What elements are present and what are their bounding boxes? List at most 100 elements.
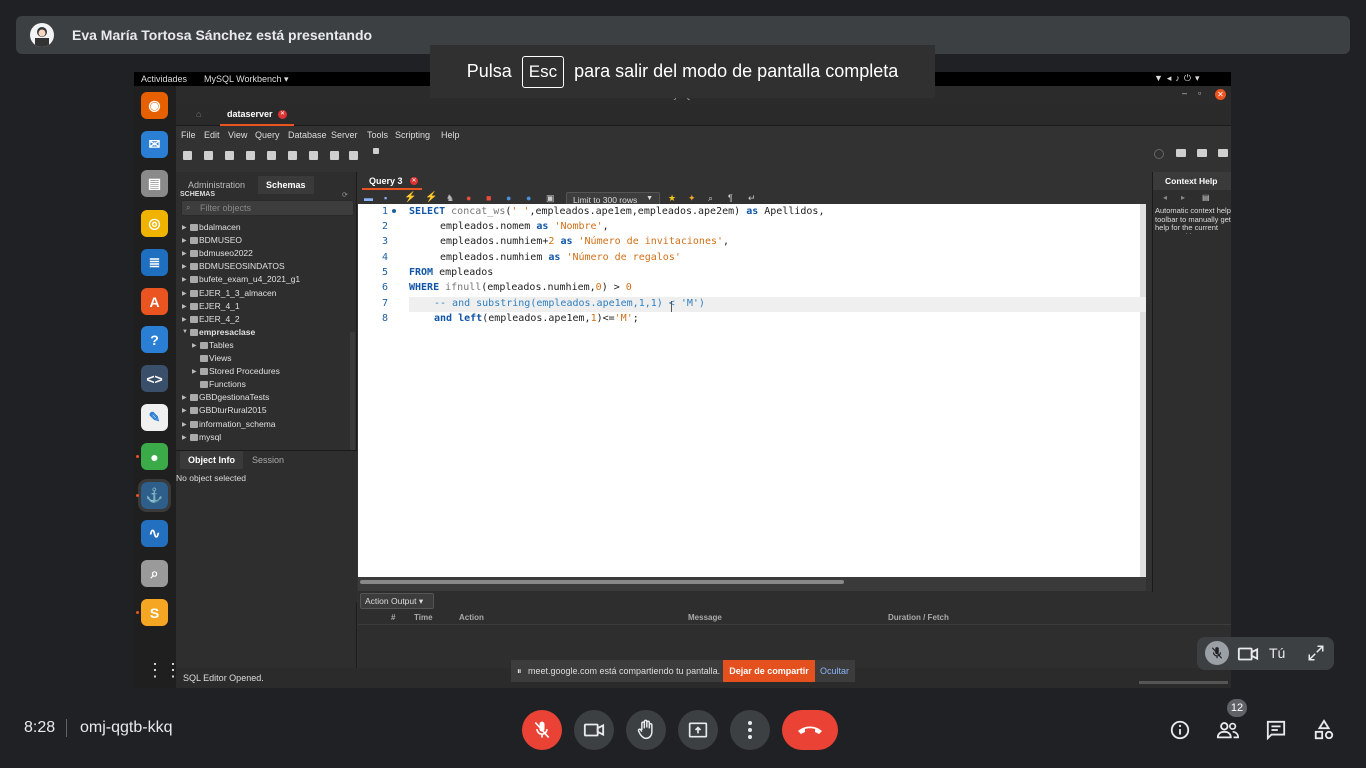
schema-tree-item[interactable]: ▶ EJER_1_3_almacen: [176, 287, 356, 300]
manual-help-icon[interactable]: ▤: [1202, 193, 1210, 202]
create-view-icon[interactable]: [288, 151, 297, 160]
expand-arrow-icon[interactable]: ▶: [182, 303, 187, 310]
files-icon[interactable]: ▤: [141, 170, 168, 197]
expand-arrow-icon[interactable]: ▶: [182, 290, 187, 297]
chat-button[interactable]: [1260, 714, 1292, 746]
menu-database[interactable]: Database: [288, 130, 327, 140]
more-options-button[interactable]: [730, 710, 770, 750]
schema-tree-item[interactable]: ▶ BDMUSEO: [176, 234, 356, 247]
expand-arrow-icon[interactable]: ▶: [182, 224, 187, 231]
query-tab[interactable]: Query 3 ✕: [362, 172, 422, 190]
search-icon[interactable]: ⌕: [708, 193, 713, 204]
schema-tree-item[interactable]: Views: [176, 352, 356, 365]
expand-arrow-icon[interactable]: ▶: [182, 316, 187, 323]
commit-icon[interactable]: ●: [506, 193, 511, 203]
activities-button[interactable]: Actividades: [141, 74, 187, 84]
mic-toggle-button[interactable]: [522, 710, 562, 750]
software-icon[interactable]: A: [141, 288, 168, 315]
find-replace-icon[interactable]: ✦: [688, 193, 696, 204]
wrap-lines-icon[interactable]: ↵: [748, 193, 756, 204]
expand-arrow-icon[interactable]: ▶: [192, 342, 197, 349]
text-editor-icon[interactable]: ✎: [141, 404, 168, 431]
open-sql-script-icon[interactable]: [204, 151, 213, 160]
thunderbird-icon[interactable]: ✉: [141, 131, 168, 158]
expand-arrow-icon[interactable]: ▶: [182, 434, 187, 441]
schema-tree-item[interactable]: ▶ EJER_4_2: [176, 313, 356, 326]
execute-icon[interactable]: ⚡: [404, 192, 416, 203]
expand-arrow-icon[interactable]: ▶: [192, 368, 197, 375]
system-monitor-icon[interactable]: ∿: [141, 520, 168, 547]
self-camera-icon[interactable]: [1237, 645, 1259, 668]
toggle-secondary-sidebar-icon[interactable]: [1218, 149, 1228, 157]
expand-icon[interactable]: [1307, 644, 1325, 667]
editor-horizontal-scrollbar[interactable]: [358, 577, 1146, 591]
participants-button[interactable]: 12: [1212, 699, 1247, 746]
schema-tree-item[interactable]: ▶ bdalmacen: [176, 221, 356, 234]
create-table-icon[interactable]: [267, 151, 276, 160]
tab-object-info[interactable]: Object Info: [180, 451, 243, 469]
inspect-icon[interactable]: [225, 151, 234, 160]
firefox-icon[interactable]: ◉: [141, 92, 168, 119]
back-icon[interactable]: ◂: [1163, 193, 1167, 202]
scrollbar-thumb[interactable]: [360, 580, 844, 584]
camera-toggle-button[interactable]: [574, 710, 614, 750]
menu-server[interactable]: Server: [331, 130, 358, 140]
rollback-icon[interactable]: ●: [526, 193, 531, 203]
autocommit-icon[interactable]: ▣: [546, 193, 555, 204]
sql-editor[interactable]: 1 2 3 4 5 6 7 8 SELECT concat_ws(' ',empleados.…: [358, 204, 1146, 577]
minimize-button[interactable]: –: [1182, 88, 1187, 98]
open-file-icon[interactable]: ▬: [364, 193, 373, 203]
toggle-error-icon[interactable]: ■: [486, 193, 491, 203]
schema-filter-input[interactable]: Filter objects: [181, 200, 354, 216]
expand-arrow-icon[interactable]: ▶: [182, 421, 187, 428]
menu-view[interactable]: View: [228, 130, 247, 140]
sublime-icon[interactable]: S: [141, 599, 168, 626]
menu-query[interactable]: Query: [255, 130, 280, 140]
expand-arrow-icon[interactable]: ▶: [182, 407, 187, 414]
stop-sharing-button[interactable]: Dejar de compartir: [723, 660, 815, 682]
invisible-chars-icon[interactable]: ¶: [728, 193, 733, 203]
schema-tree-item[interactable]: ▶ Stored Procedures: [176, 365, 356, 378]
explain-icon[interactable]: ♞: [446, 193, 454, 204]
home-icon[interactable]: ⌂: [196, 109, 201, 119]
create-schema-icon[interactable]: [246, 151, 255, 160]
maximize-button[interactable]: ▫: [1198, 88, 1201, 98]
magnifier-icon[interactable]: ⌕: [141, 560, 168, 587]
menu-edit[interactable]: Edit: [204, 130, 220, 140]
close-query-tab-icon[interactable]: ✕: [410, 177, 418, 185]
stop-icon[interactable]: ●: [466, 193, 471, 203]
new-sql-tab-icon[interactable]: [183, 151, 192, 160]
schema-tree-item[interactable]: ▶ BDMUSEOSINDATOS: [176, 260, 356, 273]
close-tab-icon[interactable]: ✕: [278, 110, 287, 119]
present-button[interactable]: [678, 710, 718, 750]
expand-arrow-icon[interactable]: ▼: [182, 329, 188, 335]
schema-tree-item[interactable]: ▶ bufete_exam_u4_2021_g1: [176, 273, 356, 286]
expand-arrow-icon[interactable]: ▶: [182, 237, 187, 244]
toggle-sidebar-icon[interactable]: [1176, 149, 1186, 157]
save-file-icon[interactable]: ▪: [384, 193, 387, 203]
create-function-icon[interactable]: [330, 151, 339, 160]
raise-hand-button[interactable]: [626, 710, 666, 750]
search-table-data-icon[interactable]: [349, 151, 358, 160]
schema-tree-item[interactable]: ▼ empresaclase: [176, 326, 356, 339]
tab-schemas[interactable]: Schemas: [258, 176, 314, 194]
drag-handle-icon[interactable]: ⏸: [517, 666, 522, 677]
close-window-button[interactable]: ✕: [1215, 89, 1226, 100]
forward-icon[interactable]: ▸: [1181, 193, 1185, 202]
schema-tree-item[interactable]: ▶ EJER_4_1: [176, 300, 356, 313]
app-menu[interactable]: MySQL Workbench ▾: [204, 74, 289, 85]
rhythmbox-icon[interactable]: ◎: [141, 210, 168, 237]
expand-arrow-icon[interactable]: ▶: [182, 394, 187, 401]
hide-notice-button[interactable]: Ocultar: [820, 666, 849, 676]
toggle-output-icon[interactable]: [1197, 149, 1207, 157]
writer-icon[interactable]: ≣: [141, 249, 168, 276]
tab-session[interactable]: Session: [244, 451, 292, 469]
schema-tree-item[interactable]: Functions: [176, 378, 356, 391]
schema-tree-item[interactable]: ▶ GBDgestionaTests: [176, 391, 356, 404]
menu-file[interactable]: File: [181, 130, 196, 140]
schema-tree-item[interactable]: ▶ GBDturRural2015: [176, 404, 356, 417]
refresh-schemas-icon[interactable]: ⟳: [342, 191, 348, 199]
connection-tab[interactable]: dataserver ✕: [220, 104, 294, 126]
create-procedure-icon[interactable]: [309, 151, 318, 160]
action-output-select[interactable]: Action Output ▾: [360, 593, 434, 609]
